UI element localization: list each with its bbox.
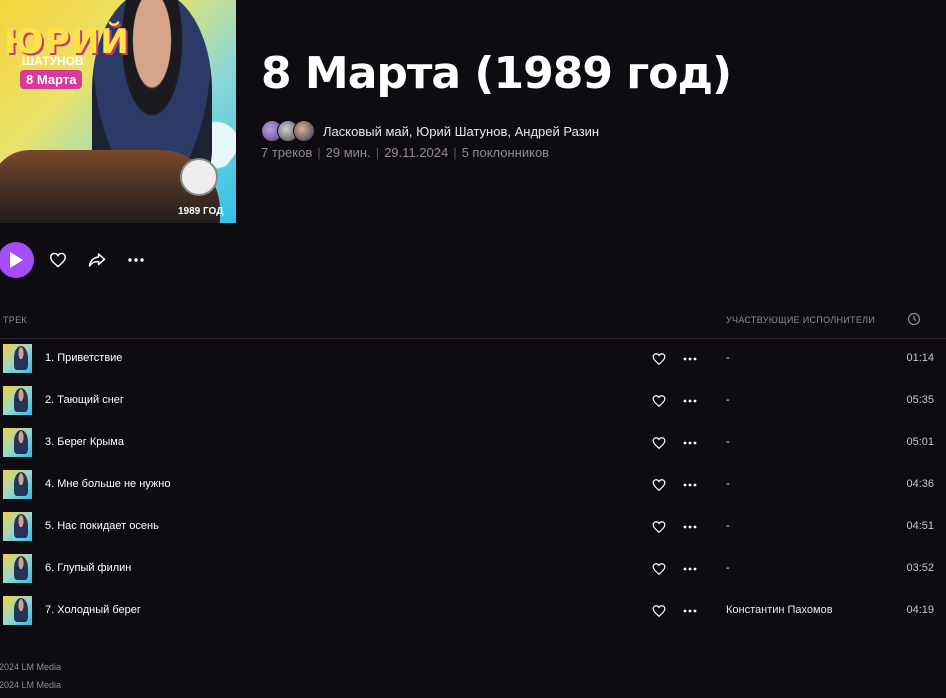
album-duration: 29 мин. [325,145,371,160]
artist-names-link[interactable]: Ласковый май, Юрий Шатунов, Андрей Разин [323,124,599,139]
track-thumbnail[interactable] [3,512,32,541]
album-cover: ЮРИЙ ШАТУНОВ 8 Марта 1989 ГОД [0,0,236,223]
track-title[interactable]: 5. Нас покидает осень [45,520,159,532]
track-duration: 04:51 [906,520,934,532]
more-icon[interactable] [683,394,697,408]
fan-count: 5 поклонников [461,145,550,160]
track-artists[interactable]: Константин Пахомов [726,604,833,616]
track-title[interactable]: 7. Холодный берег [45,604,141,616]
table-row[interactable]: 2. Тающий снег - 05:35 [0,380,946,422]
table-row[interactable]: 7. Холодный берег Константин Пахомов 04:… [0,590,946,632]
divider: | [317,145,321,160]
track-title[interactable]: 1. Приветствие [45,352,122,364]
avatar[interactable] [293,120,315,142]
heart-icon [49,252,67,268]
heart-icon[interactable] [652,394,666,408]
more-icon[interactable] [683,478,697,492]
table-row[interactable]: 1. Приветствие - 01:14 [0,338,946,380]
divider: | [453,145,457,160]
track-duration: 05:01 [906,436,934,448]
release-date: 29.11.2024 [384,145,449,160]
cover-subtitle: ШАТУНОВ [22,54,84,68]
album-artists: Ласковый май, Юрий Шатунов, Андрей Разин [261,120,599,142]
play-icon [10,252,23,268]
album-controls [0,242,163,278]
more-icon[interactable] [683,352,697,366]
heart-icon[interactable] [652,478,666,492]
table-row[interactable]: 3. Берег Крыма - 05:01 [0,422,946,464]
track-duration: 01:14 [906,352,934,364]
heart-icon[interactable] [652,436,666,450]
heart-icon[interactable] [652,604,666,618]
track-duration: 04:36 [906,478,934,490]
clock-icon [907,312,921,326]
track-artists: - [726,478,730,490]
copyright-line: 2024 LM Media [0,680,62,690]
cover-year: 1989 ГОД [178,206,224,217]
track-thumbnail[interactable] [3,344,32,373]
table-row[interactable]: 5. Нас покидает осень - 04:51 [0,506,946,548]
share-icon [88,253,106,267]
track-artists: - [726,394,730,406]
track-thumbnail[interactable] [3,470,32,499]
track-thumbnail[interactable] [3,386,32,415]
track-artists: - [726,436,730,448]
cover-headlight [180,158,218,196]
more-options-button[interactable] [124,248,148,272]
play-button[interactable] [0,242,34,278]
track-title[interactable]: 3. Берег Крыма [45,436,124,448]
track-thumbnail[interactable] [3,596,32,625]
track-title[interactable]: 4. Мне больше не нужно [45,478,170,490]
more-icon[interactable] [683,562,697,576]
track-thumbnail[interactable] [3,554,32,583]
track-artists: - [726,352,730,364]
more-icon[interactable] [683,520,697,534]
track-title[interactable]: 6. Глупый филин [45,562,131,574]
track-duration: 05:35 [906,394,934,406]
column-track: ТРЕК [3,315,27,325]
more-icon[interactable] [683,436,697,450]
column-artists: УЧАСТВУЮЩИЕ ИСПОЛНИТЕЛИ [726,315,876,325]
artist-avatars[interactable] [261,120,315,142]
heart-icon[interactable] [652,352,666,366]
track-thumbnail[interactable] [3,428,32,457]
track-duration: 04:19 [906,604,934,616]
track-artists: - [726,562,730,574]
more-icon[interactable] [683,604,697,618]
album-meta: 7 треков | 29 мин. | 29.11.2024 | 5 покл… [261,145,549,160]
track-artists: - [726,520,730,532]
column-duration [907,312,921,331]
heart-icon[interactable] [652,562,666,576]
track-title[interactable]: 2. Тающий снег [45,394,124,406]
table-row[interactable]: 4. Мне больше не нужно - 04:36 [0,464,946,506]
tracklist-header: ТРЕК УЧАСТВУЮЩИЕ ИСПОЛНИТЕЛИ [0,312,946,339]
track-count: 7 треков [261,145,313,160]
album-title: 8 Марта (1989 год) [261,48,732,99]
like-album-button[interactable] [46,248,70,272]
cover-badge: 8 Марта [20,70,83,89]
more-icon [128,258,144,262]
heart-icon[interactable] [652,520,666,534]
track-duration: 03:52 [906,562,934,574]
copyright-line: 2024 LM Media [0,662,62,672]
share-button[interactable] [85,248,109,272]
table-row[interactable]: 6. Глупый филин - 03:52 [0,548,946,590]
divider: | [375,145,380,160]
